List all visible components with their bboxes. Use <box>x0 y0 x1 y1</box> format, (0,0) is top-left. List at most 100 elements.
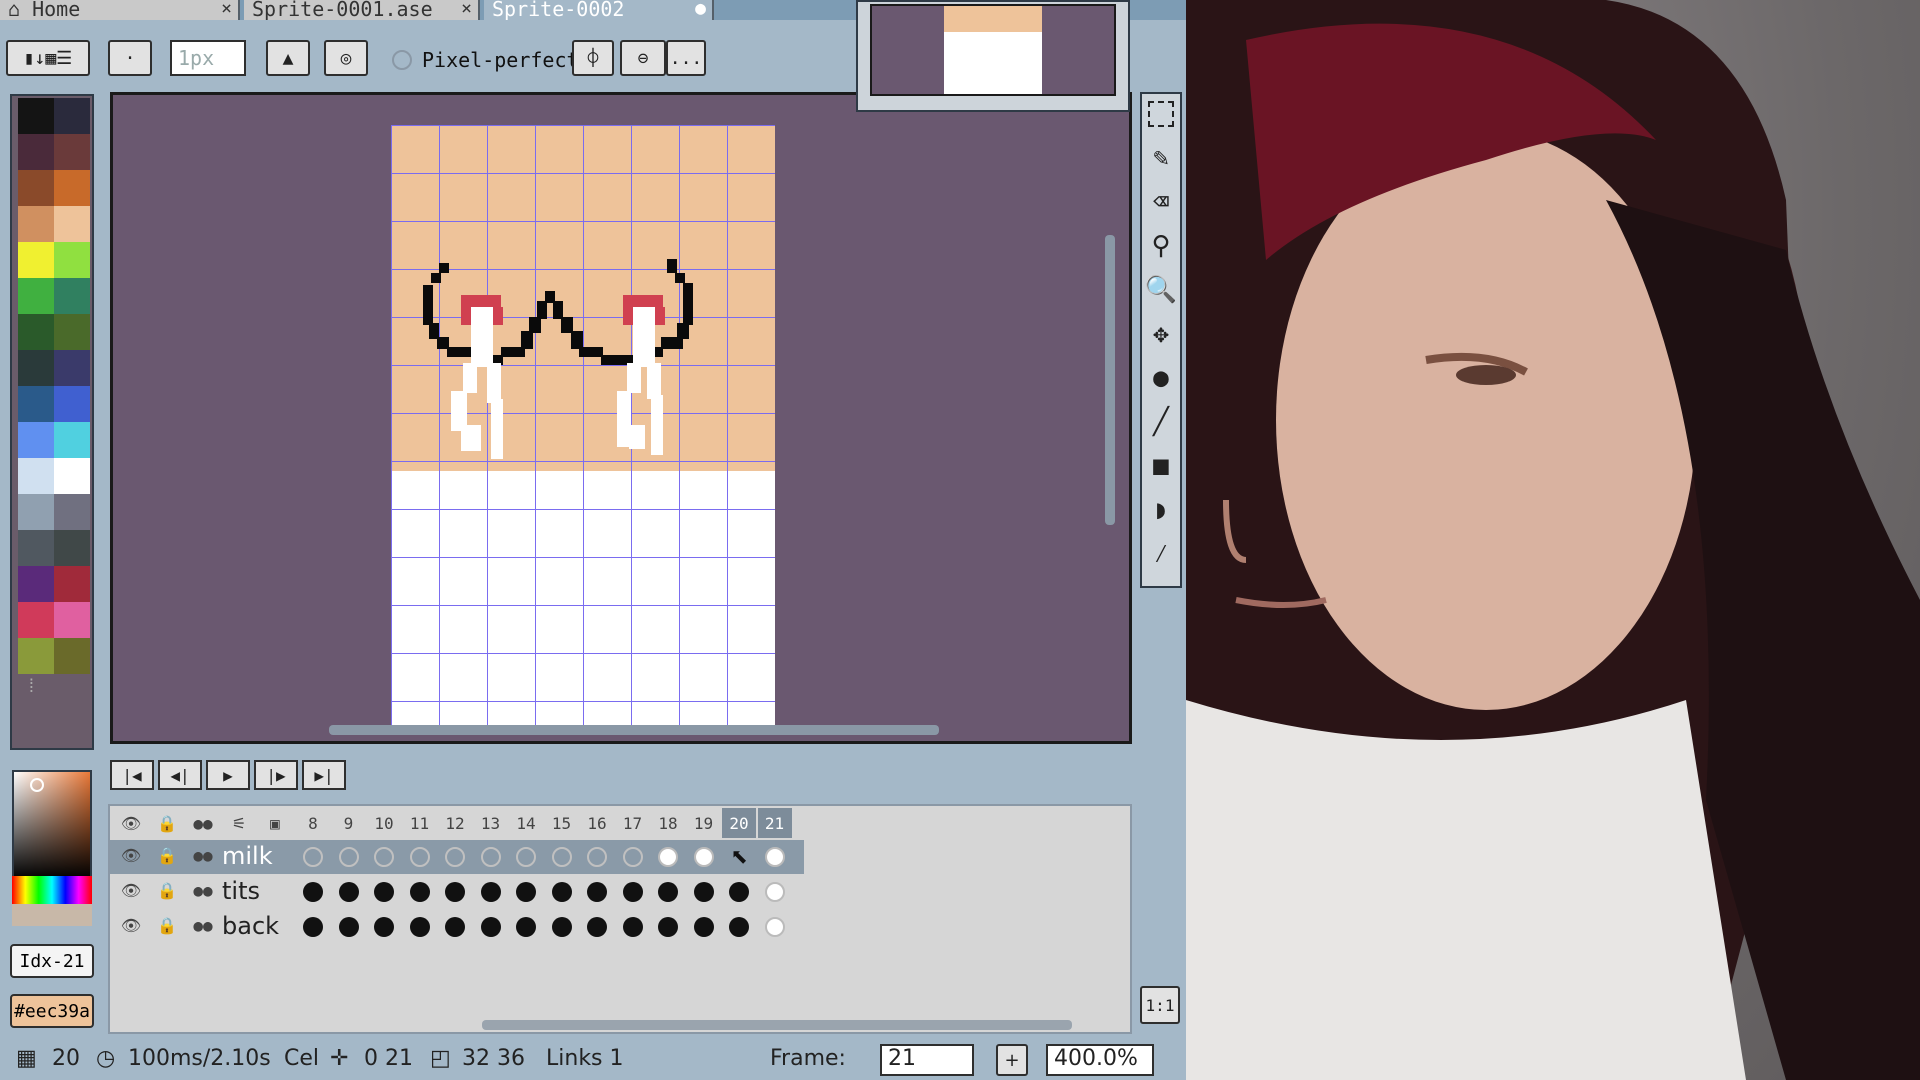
layer-name[interactable]: milk <box>222 840 300 872</box>
palette-swatch[interactable] <box>18 494 54 530</box>
horizontal-scrollbar[interactable] <box>329 725 939 735</box>
timeline-cel[interactable] <box>332 910 366 944</box>
frame-header[interactable]: 21 <box>757 808 792 838</box>
onion-skin-icon[interactable]: ⚟ <box>222 808 256 838</box>
timeline-cel[interactable] <box>545 840 579 874</box>
palette-swatch[interactable] <box>54 458 90 494</box>
palette-swatch[interactable] <box>18 170 54 206</box>
palette-swatch[interactable] <box>18 458 54 494</box>
continuous-header-icon[interactable]: ●● <box>186 808 220 838</box>
line-icon[interactable]: ╱ <box>1145 404 1177 440</box>
timeline-cel[interactable] <box>438 875 472 909</box>
visibility-header-icon[interactable]: 👁 <box>114 808 148 838</box>
frame-header[interactable]: 18 <box>651 808 685 838</box>
continuous-icon[interactable]: ●● <box>186 840 220 870</box>
timeline-cel[interactable] <box>403 910 437 944</box>
palette-swatch[interactable] <box>54 494 90 530</box>
layer-row[interactable]: 👁 🔒 ●● tits <box>110 875 804 909</box>
prev-frame-icon[interactable]: ◀| <box>158 760 202 790</box>
palette-swatch[interactable] <box>54 278 90 314</box>
palette-swatch[interactable] <box>18 242 54 278</box>
palette-swatch[interactable] <box>54 170 90 206</box>
timeline-cel[interactable] <box>651 875 685 909</box>
palette-resize-handle-icon[interactable]: ⁞ <box>26 676 37 698</box>
preview-window[interactable] <box>856 0 1130 112</box>
timeline-cel[interactable] <box>616 875 650 909</box>
frame-header[interactable]: 20 <box>722 808 756 838</box>
timeline-cel[interactable] <box>758 875 792 909</box>
move-icon[interactable]: ✥ <box>1145 316 1177 352</box>
eraser-icon[interactable]: ⌫ <box>1145 184 1177 220</box>
timeline-cel[interactable] <box>332 875 366 909</box>
play-icon[interactable]: ▶ <box>206 760 250 790</box>
timeline-cel[interactable] <box>403 840 437 874</box>
frame-header[interactable]: 8 <box>296 808 330 838</box>
timeline-cel[interactable] <box>545 910 579 944</box>
timeline-cel[interactable] <box>722 875 756 909</box>
frame-header[interactable]: 10 <box>367 808 401 838</box>
symmetry-icon[interactable]: ⌽ <box>572 40 614 76</box>
timeline-cel[interactable] <box>616 840 650 874</box>
lock-icon[interactable]: 🔒 <box>150 875 184 905</box>
palette-swatch[interactable] <box>54 638 90 674</box>
frame-header[interactable]: 19 <box>687 808 721 838</box>
hue-slider[interactable] <box>12 876 92 904</box>
ink-icon[interactable]: ▲ <box>266 40 310 76</box>
palette-swatch[interactable] <box>54 98 90 134</box>
timeline-cel[interactable] <box>509 875 543 909</box>
eye-icon[interactable]: 👁 <box>114 840 148 870</box>
palette-swatch[interactable] <box>18 206 54 242</box>
layer-row[interactable]: 👁 🔒 ●● milk ⬉ <box>110 840 804 875</box>
timeline-cel[interactable] <box>758 840 792 874</box>
timeline-cel[interactable] <box>580 840 614 874</box>
timeline-cel[interactable] <box>296 910 330 944</box>
palette-swatch[interactable] <box>54 134 90 170</box>
layer-row[interactable]: 👁 🔒 ●● back <box>110 910 804 944</box>
timeline-cel[interactable] <box>722 910 756 944</box>
palette-swatch[interactable] <box>54 530 90 566</box>
timeline-cel[interactable] <box>474 840 508 874</box>
timeline-cel[interactable] <box>616 910 650 944</box>
lock-header-icon[interactable]: 🔒 <box>150 808 184 838</box>
timeline-cel[interactable] <box>509 840 543 874</box>
timeline-cel[interactable] <box>651 840 685 874</box>
reset-zoom-button[interactable]: 1:1 <box>1140 986 1180 1024</box>
zoom-input[interactable]: 400.0% <box>1046 1044 1154 1076</box>
more-button[interactable]: ... <box>666 40 706 76</box>
palette-swatch[interactable] <box>18 350 54 386</box>
last-frame-icon[interactable]: ▶| <box>302 760 346 790</box>
timeline-cel[interactable] <box>545 875 579 909</box>
palette-swatch[interactable] <box>54 314 90 350</box>
sprite-canvas[interactable] <box>110 92 1132 744</box>
pencil-icon[interactable]: ✎ <box>1145 140 1177 176</box>
frame-header[interactable]: 17 <box>616 808 650 838</box>
timeline-cel[interactable] <box>367 910 401 944</box>
marquee-icon[interactable] <box>1145 96 1177 132</box>
timeline-scrollbar[interactable] <box>482 1020 1072 1030</box>
palette-swatch[interactable] <box>18 602 54 638</box>
palette-swatch[interactable] <box>54 242 90 278</box>
timeline-cel[interactable] <box>438 910 472 944</box>
timeline-cel[interactable] <box>474 875 508 909</box>
frame-header[interactable]: 14 <box>509 808 543 838</box>
palette-swatch[interactable] <box>54 602 90 638</box>
brush-type-icon[interactable]: ▮↓▦☰ <box>6 40 90 76</box>
timeline-cel[interactable] <box>403 875 437 909</box>
timeline-cel[interactable] <box>687 875 721 909</box>
pixel-perfect-checkbox[interactable] <box>392 50 412 70</box>
close-icon[interactable]: × <box>461 0 472 18</box>
timeline-cel[interactable] <box>296 875 330 909</box>
timeline-cel[interactable] <box>758 910 792 944</box>
continuous-icon[interactable]: ●● <box>186 875 220 905</box>
zoom-icon[interactable]: 🔍 <box>1145 272 1177 308</box>
add-frame-icon[interactable]: + <box>996 1044 1028 1076</box>
palette-swatch[interactable] <box>18 530 54 566</box>
timeline-cel[interactable] <box>332 840 366 874</box>
timeline-cel[interactable] <box>438 840 472 874</box>
timeline-cel[interactable] <box>687 840 721 874</box>
paint-bucket-icon[interactable]: ● <box>1145 360 1177 396</box>
palette-swatch[interactable] <box>54 386 90 422</box>
brush-shape-icon[interactable]: · <box>108 40 152 76</box>
timeline-cel[interactable] <box>651 910 685 944</box>
timeline-cel[interactable] <box>509 910 543 944</box>
